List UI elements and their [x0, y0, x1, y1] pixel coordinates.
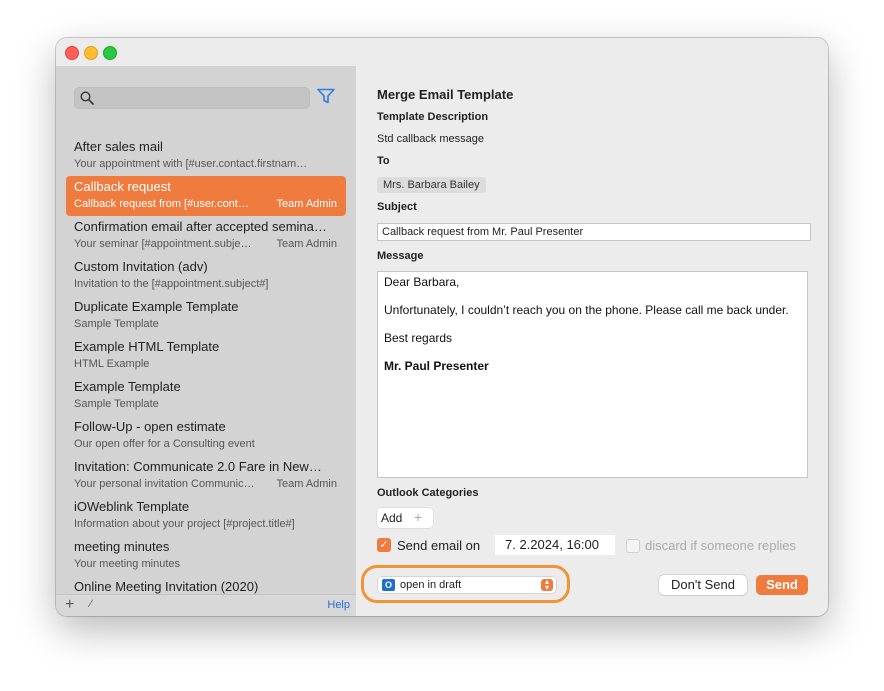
list-item[interactable]: Example HTML Template HTML Example	[66, 336, 346, 376]
item-title: Duplicate Example Template	[74, 299, 239, 314]
zoom-button[interactable]	[103, 46, 117, 60]
list-item[interactable]: meeting minutes Your meeting minutes	[66, 536, 346, 576]
title-bar	[56, 38, 828, 66]
message-body: Unfortunately, I couldn’t reach you on t…	[384, 303, 789, 317]
help-link[interactable]: Help	[327, 599, 350, 611]
item-subtitle: Your appointment with [#user.contact.fir…	[74, 158, 308, 170]
send-on-label: Send email on	[397, 538, 481, 553]
add-category-button[interactable]: Add +	[377, 508, 433, 528]
item-title: Callback request	[74, 179, 171, 194]
item-subtitle: Your personal invitation Communic…	[74, 478, 255, 490]
item-subtitle: Sample Template	[74, 398, 159, 410]
item-subtitle: Callback request from [#user.cont…	[74, 198, 249, 210]
app-window: After sales mail Your appointment with […	[56, 38, 828, 616]
subject-field[interactable]: Callback request from Mr. Paul Presenter	[377, 223, 811, 241]
list-item[interactable]: Duplicate Example Template Sample Templa…	[66, 296, 346, 336]
message-greeting: Dear Barbara,	[384, 275, 460, 289]
list-item[interactable]: iOWeblink Template Information about you…	[66, 496, 346, 536]
outlook-icon: O	[382, 579, 395, 591]
list-item[interactable]: After sales mail Your appointment with […	[66, 136, 346, 176]
close-button[interactable]	[65, 46, 79, 60]
item-subtitle: Your seminar [#appointment.subje…	[74, 238, 252, 250]
list-item-selected[interactable]: Callback request Callback request from […	[66, 176, 346, 216]
item-title: Follow-Up - open estimate	[74, 419, 226, 434]
description-value: Std callback message	[377, 133, 484, 145]
to-label: To	[377, 155, 390, 167]
item-title: After sales mail	[74, 139, 163, 154]
search-field[interactable]	[74, 87, 310, 109]
discard-label: discard if someone replies	[645, 538, 797, 553]
send-mode-select[interactable]: O open in draft ▴ ▾	[378, 577, 556, 593]
send-button[interactable]: Send	[756, 575, 808, 595]
item-owner: Team Admin	[276, 198, 337, 210]
chevron-updown-icon: ▴ ▾	[541, 578, 553, 592]
message-editor[interactable]: Dear Barbara, Unfortunately, I couldn’t …	[377, 271, 808, 478]
item-subtitle: Invitation to the [#appointment.subject#…	[74, 278, 269, 290]
send-mode-value: open in draft	[400, 579, 462, 591]
item-subtitle: HTML Example	[74, 358, 150, 370]
search-icon	[80, 91, 94, 105]
item-owner: Team Admin	[276, 478, 337, 490]
edit-template-button[interactable]: ⁄	[90, 598, 92, 610]
add-template-button[interactable]: +	[65, 596, 74, 614]
item-subtitle: Information about your project [#project…	[74, 518, 295, 530]
template-list: After sales mail Your appointment with […	[66, 136, 346, 606]
list-item[interactable]: Invitation: Communicate 2.0 Fare in New……	[66, 456, 346, 496]
dont-send-button[interactable]: Don't Send	[659, 575, 747, 595]
add-category-label: Add	[381, 511, 403, 525]
plus-icon: +	[414, 509, 423, 525]
item-title: Online Meeting Invitation (2020)	[74, 579, 259, 594]
item-title: meeting minutes	[74, 539, 170, 554]
message-signature: Mr. Paul Presenter	[384, 359, 489, 373]
subject-label: Subject	[377, 201, 417, 213]
minimize-button[interactable]	[84, 46, 98, 60]
list-item[interactable]: Custom Invitation (adv) Invitation to th…	[66, 256, 346, 296]
page-title: Merge Email Template	[377, 87, 514, 102]
send-on-checkbox[interactable]: ✓	[377, 538, 391, 552]
send-date-field[interactable]: 7. 2.2024, 16:00	[495, 535, 615, 555]
item-subtitle: Our open offer for a Consulting event	[74, 438, 255, 450]
item-owner: Team Admin	[276, 238, 337, 250]
categories-label: Outlook Categories	[377, 487, 479, 499]
list-item[interactable]: Follow-Up - open estimate Our open offer…	[66, 416, 346, 456]
item-title: Invitation: Communicate 2.0 Fare in New…	[74, 459, 322, 474]
item-subtitle: Your meeting minutes	[74, 558, 180, 570]
list-item[interactable]: Confirmation email after accepted semina…	[66, 216, 346, 256]
description-label: Template Description	[377, 111, 489, 123]
item-title: Custom Invitation (adv)	[74, 259, 208, 274]
item-title: Confirmation email after accepted semina…	[74, 219, 327, 234]
message-closing: Best regards	[384, 331, 453, 345]
detail-pane: Merge Email Template Template Descriptio…	[356, 66, 828, 616]
item-title: iOWeblink Template	[74, 499, 190, 514]
item-title: Example Template	[74, 379, 181, 394]
message-label: Message	[377, 250, 424, 262]
recipient-chip[interactable]: Mrs. Barbara Bailey	[377, 177, 486, 193]
list-item[interactable]: Example Template Sample Template	[66, 376, 346, 416]
sidebar-footer: + ⁄ Help	[56, 594, 356, 616]
sidebar: After sales mail Your appointment with […	[56, 66, 356, 616]
item-subtitle: Sample Template	[74, 318, 159, 330]
item-title: Example HTML Template	[74, 339, 220, 354]
discard-checkbox[interactable]	[626, 539, 640, 553]
filter-icon[interactable]	[317, 88, 335, 104]
